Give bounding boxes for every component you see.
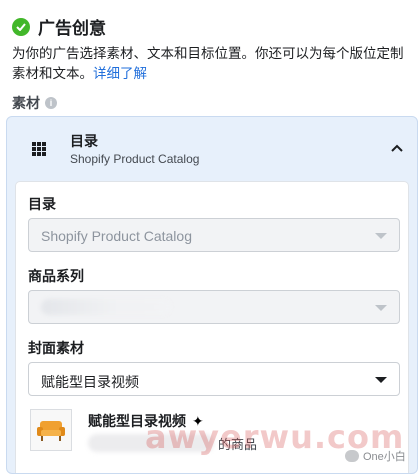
caret-down-icon — [375, 377, 387, 383]
title-row: 广告创意 — [12, 14, 412, 39]
wechat-icon — [345, 450, 359, 462]
catalog-panel-header[interactable]: 目录 Shopify Product Catalog — [7, 117, 417, 181]
catalog-select-value: Shopify Product Catalog — [41, 228, 192, 244]
cover-asset-value: 赋能型目录视频 — [41, 374, 139, 390]
armchair-icon — [37, 421, 65, 441]
product-set-select — [28, 290, 400, 324]
cover-asset-select[interactable]: 赋能型目录视频 — [28, 362, 400, 396]
chevron-up-icon[interactable] — [389, 141, 405, 157]
caret-down-icon — [375, 233, 387, 239]
product-set-label: 商品系列 — [28, 268, 84, 284]
check-circle-icon — [12, 17, 30, 36]
section-description: 为你的广告选择素材、文本和目标位置。你还可以为每个版位定制素材和文本。详细了解 — [12, 44, 412, 84]
watermark-badge: One小白 — [345, 448, 406, 464]
catalog-grid-icon — [32, 142, 46, 156]
ad-creative-header: 广告创意 为你的广告选择素材、文本和目标位置。你还可以为每个版位定制素材和文本。… — [12, 14, 412, 84]
catalog-panel-title: 目录 — [70, 133, 98, 149]
caret-down-icon — [375, 305, 387, 311]
redacted-value — [41, 299, 171, 315]
info-icon[interactable]: i — [45, 97, 57, 109]
catalog-field-label: 目录 — [28, 196, 56, 212]
cover-asset-label: 封面素材 — [28, 340, 84, 356]
learn-more-link[interactable]: 详细了解 — [93, 66, 147, 81]
catalog-select: Shopify Product Catalog — [28, 218, 400, 252]
watermark-badge-text: One小白 — [363, 451, 406, 463]
product-thumbnail[interactable] — [30, 409, 72, 451]
section-title: 广告创意 — [38, 19, 106, 38]
catalog-panel-subtitle: Shopify Product Catalog — [70, 152, 200, 166]
assets-label-text: 素材 — [12, 95, 40, 111]
assets-label: 素材 i — [12, 93, 57, 113]
description-text: 为你的广告选择素材、文本和目标位置。你还可以为每个版位定制素材和文本。 — [12, 46, 404, 81]
